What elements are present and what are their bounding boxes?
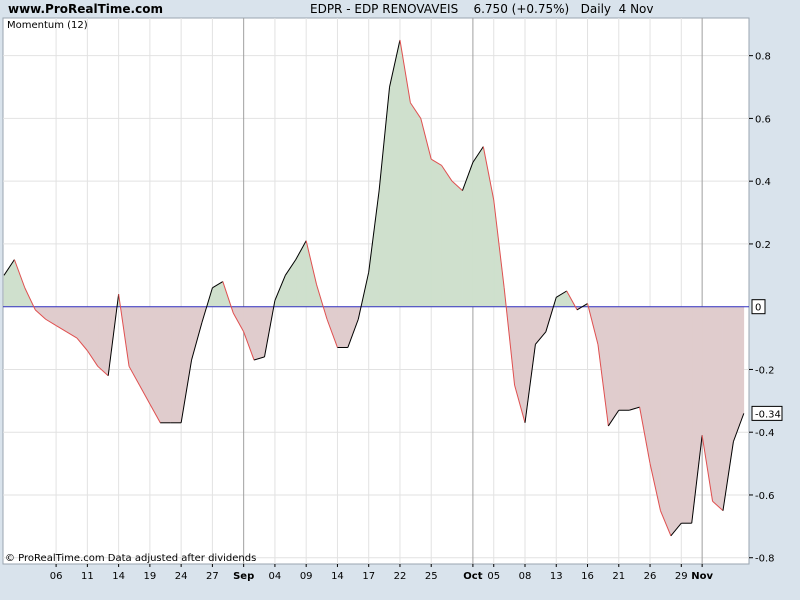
negative-area	[712, 306, 724, 512]
y-tick-label: -0.8	[755, 554, 775, 565]
negative-area	[628, 306, 640, 411]
x-tick-label: 17	[362, 571, 375, 582]
y-tick-label: 0.8	[755, 52, 771, 63]
positive-area	[472, 145, 484, 307]
y-tick-label: 0.6	[755, 114, 771, 125]
zero-label: 0	[755, 303, 761, 314]
x-tick-label: 04	[269, 571, 282, 582]
last-value-label: -0.34	[755, 409, 781, 420]
positive-area	[430, 158, 442, 307]
negative-area	[608, 306, 620, 427]
negative-area	[670, 306, 682, 537]
negative-area	[680, 306, 693, 524]
negative-area	[170, 306, 182, 424]
negative-area	[97, 306, 109, 377]
x-tick-label: Sep	[233, 571, 254, 582]
x-tick-label: 24	[175, 571, 188, 582]
positive-area	[441, 164, 453, 307]
x-tick-label: 26	[644, 571, 657, 582]
negative-area	[253, 306, 265, 361]
x-tick-label: 22	[394, 571, 407, 582]
x-tick-label: Nov	[691, 571, 713, 582]
x-tick-label: 08	[519, 571, 532, 582]
x-tick-label: 05	[487, 571, 500, 582]
x-tick-label: 19	[144, 571, 157, 582]
negative-area	[160, 306, 172, 424]
momentum-chart: 0.8 0.6 0.4 0.2 -0.2 -0.4 -0.6 -0.8 0 -0.34 06 11 14…	[2, 17, 783, 582]
positive-area	[410, 101, 422, 307]
y-tick-label: -0.4	[755, 428, 775, 439]
negative-area	[618, 306, 630, 411]
x-tick-label: 16	[581, 571, 594, 582]
y-tick-label: 0.2	[755, 240, 771, 251]
x-tick-label: 25	[425, 571, 438, 582]
negative-area	[337, 306, 349, 348]
x-tick-label: 13	[550, 571, 563, 582]
x-tick-label: Oct	[463, 571, 482, 582]
negative-area	[149, 306, 161, 424]
y-tick-label: -0.6	[755, 491, 775, 502]
y-tick-label: -0.2	[755, 365, 775, 376]
footer-credit: © ProRealTime.com Data adjusted after di…	[5, 553, 256, 564]
indicator-title: Momentum (12)	[7, 20, 88, 31]
x-tick-label: 14	[112, 571, 125, 582]
x-tick-label: 09	[300, 571, 313, 582]
x-tick-label: 11	[81, 571, 94, 582]
y-tick-label: 0.4	[755, 177, 771, 188]
x-tick-label: 29	[675, 571, 688, 582]
negative-area	[660, 306, 672, 536]
x-tick-label: 14	[331, 571, 344, 582]
x-tick-label: 06	[50, 571, 63, 582]
x-tick-label: 27	[206, 571, 219, 582]
positive-area	[451, 180, 463, 307]
x-tick-label: 21	[612, 571, 625, 582]
